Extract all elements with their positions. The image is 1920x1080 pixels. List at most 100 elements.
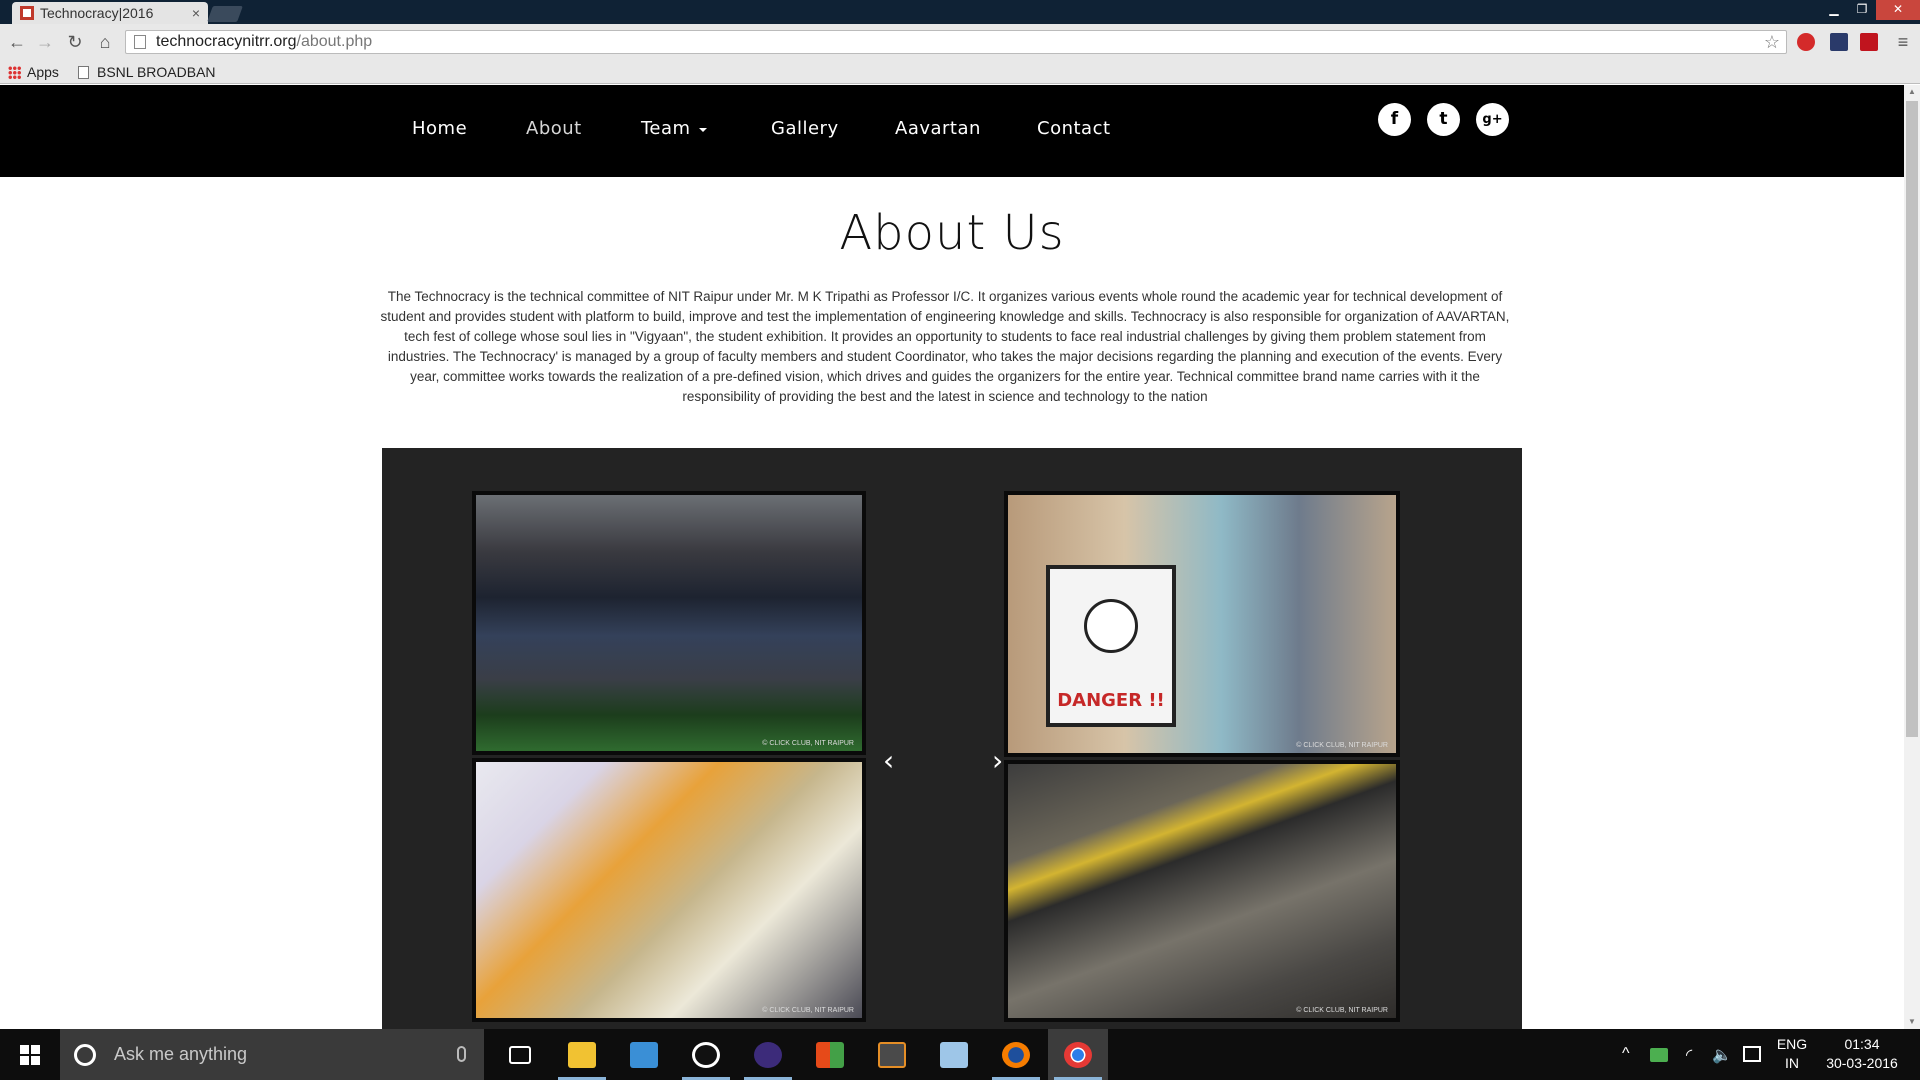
start-button[interactable] <box>0 1029 60 1080</box>
back-icon[interactable]: ← <box>6 32 28 52</box>
file-explorer-icon <box>568 1041 596 1068</box>
facebook-icon[interactable]: f <box>1378 103 1411 136</box>
cortana-icon <box>74 1043 96 1066</box>
show-hidden-icons-icon[interactable]: ^ <box>1622 1045 1630 1063</box>
taskbar-chrome[interactable] <box>1048 1029 1108 1080</box>
opera-extension-icon[interactable] <box>1797 33 1815 51</box>
gallery-photo-robot[interactable]: © CLICK CLUB, NIT RAIPUR <box>1004 760 1400 1022</box>
system-clock[interactable]: 01:34 30-03-2016 <box>1822 1035 1902 1073</box>
language-code: ENG <box>1776 1036 1808 1052</box>
taskbar-media-player[interactable] <box>676 1029 736 1080</box>
bookmark-label: Apps <box>27 64 59 80</box>
chrome-icon <box>1064 1041 1092 1068</box>
photo-credit: © CLICK CLUB, NIT RAIPUR <box>762 740 854 747</box>
nav-contact[interactable]: Contact <box>1037 118 1111 139</box>
search-placeholder: Ask me anything <box>114 1044 248 1064</box>
close-window-button[interactable]: ✕ <box>1876 0 1920 20</box>
scroll-up-icon[interactable]: ▲ <box>1904 85 1920 99</box>
chevron-down-icon <box>698 127 707 132</box>
bookmark-apps[interactable]: Apps <box>8 64 59 80</box>
region-code: IN <box>1785 1055 1799 1071</box>
danger-sign: DANGER !! <box>1046 565 1176 727</box>
page-icon <box>134 35 146 49</box>
google-plus-icon[interactable]: g+ <box>1476 103 1509 136</box>
restore-button[interactable]: ❐ <box>1848 0 1876 20</box>
app-window-icon <box>630 1041 658 1068</box>
site-navbar: Home About Team Gallery Aavartan Contact… <box>0 85 1904 177</box>
page-viewport: Home About Team Gallery Aavartan Contact… <box>0 85 1904 1029</box>
gallery-photo-crowd[interactable]: © CLICK CLUB, NIT RAIPUR <box>472 491 866 755</box>
gallery-prev-arrow-icon[interactable]: ‹ <box>883 744 894 777</box>
action-center-icon[interactable] <box>1743 1046 1761 1062</box>
language-indicator[interactable]: ENG IN <box>1772 1035 1812 1073</box>
microphone-icon[interactable] <box>457 1046 466 1062</box>
photo-credit: © CLICK CLUB, NIT RAIPUR <box>1296 1007 1388 1014</box>
scroll-thumb[interactable] <box>1906 101 1918 737</box>
sublime-icon <box>878 1041 906 1068</box>
forward-icon[interactable]: → <box>34 32 56 52</box>
new-tab-button[interactable] <box>207 6 243 22</box>
nav-aavartan[interactable]: Aavartan <box>895 118 981 139</box>
taskbar-sublime[interactable] <box>862 1029 922 1080</box>
photo-credit: © CLICK CLUB, NIT RAIPUR <box>1296 742 1388 749</box>
nav-about[interactable]: About <box>526 118 582 139</box>
address-bar[interactable]: technocracynitrr.org/about.php ☆ <box>125 30 1787 54</box>
store-icon <box>816 1041 844 1068</box>
tab-close-icon[interactable]: × <box>192 5 200 21</box>
taskbar-firefox[interactable] <box>986 1029 1046 1080</box>
task-view-button[interactable] <box>490 1029 550 1080</box>
nav-gallery[interactable]: Gallery <box>771 118 839 139</box>
site-favicon-icon <box>20 6 34 20</box>
clock-date: 30-03-2016 <box>1826 1055 1898 1071</box>
nav-team-dropdown[interactable]: Team <box>641 118 707 139</box>
twitter-icon[interactable]: t <box>1427 103 1460 136</box>
url-domain: technocracynitrr.org <box>156 33 297 50</box>
cortana-search-box[interactable]: Ask me anything <box>60 1029 484 1080</box>
skull-icon <box>1084 599 1138 653</box>
windows-taskbar: Ask me anything ^ ◜ 🔈 ENG IN 01:34 30-03… <box>0 1029 1920 1080</box>
photo-credit: © CLICK CLUB, NIT RAIPUR <box>762 1007 854 1014</box>
page-title: About Us <box>839 205 1065 261</box>
extension-icon[interactable] <box>1830 33 1848 51</box>
minimize-button[interactable]: ▁ <box>1820 0 1848 20</box>
apps-grid-icon <box>8 65 21 79</box>
task-view-icon <box>509 1045 531 1064</box>
bookmark-label: BSNL BROADBAN <box>97 64 216 80</box>
volume-icon[interactable]: 🔈 <box>1712 1045 1732 1065</box>
virtualbox-icon <box>940 1041 968 1068</box>
gallery-next-arrow-icon[interactable]: › <box>992 744 1003 777</box>
wifi-icon[interactable]: ◜ <box>1686 1045 1692 1065</box>
media-player-icon <box>692 1041 720 1068</box>
battery-icon[interactable] <box>1650 1048 1668 1062</box>
about-paragraph: The Technocracy is the technical committ… <box>380 289 1510 404</box>
nav-team[interactable]: Team <box>641 118 691 139</box>
browser-toolbar: ← → ↻ ⌂ technocracynitrr.org/about.php ☆… <box>0 24 1920 60</box>
url-path: /about.php <box>296 33 373 50</box>
eclipse-icon <box>754 1041 782 1068</box>
bookmarks-bar: Apps BSNL BROADBAN <box>0 60 1920 84</box>
photo-gallery: © CLICK CLUB, NIT RAIPUR DANGER !! © CLI… <box>382 448 1522 1029</box>
tab-strip: Technocracy|2016 × ▁ ❐ ✕ <box>0 0 1920 24</box>
home-icon[interactable]: ⌂ <box>94 32 116 52</box>
mega-extension-icon[interactable] <box>1860 33 1878 51</box>
reload-icon[interactable]: ↻ <box>64 32 86 52</box>
windows-logo-icon <box>20 1044 40 1065</box>
scroll-down-icon[interactable]: ▼ <box>1904 1015 1920 1029</box>
taskbar-store[interactable] <box>800 1029 860 1080</box>
taskbar-virtualbox[interactable] <box>924 1029 984 1080</box>
nav-home[interactable]: Home <box>412 118 467 139</box>
bookmark-bsnl[interactable]: BSNL BROADBAN <box>78 64 216 80</box>
page-scrollbar[interactable]: ▲ ▼ <box>1904 85 1920 1029</box>
taskbar-eclipse[interactable] <box>738 1029 798 1080</box>
gallery-photo-danger-sign[interactable]: DANGER !! © CLICK CLUB, NIT RAIPUR <box>1004 491 1400 757</box>
gallery-photo-exhibition[interactable]: © CLICK CLUB, NIT RAIPUR <box>472 758 866 1022</box>
bookmark-star-icon[interactable]: ☆ <box>1764 32 1780 53</box>
taskbar-app[interactable] <box>614 1029 674 1080</box>
danger-text: DANGER !! <box>1057 690 1165 711</box>
tab-title: Technocracy|2016 <box>40 5 154 21</box>
taskbar-file-explorer[interactable] <box>552 1029 612 1080</box>
window-controls: ▁ ❐ ✕ <box>1820 0 1920 20</box>
browser-tab[interactable]: Technocracy|2016 × <box>12 2 208 24</box>
menu-icon[interactable]: ≡ <box>1892 32 1914 52</box>
clock-time: 01:34 <box>1844 1036 1880 1052</box>
